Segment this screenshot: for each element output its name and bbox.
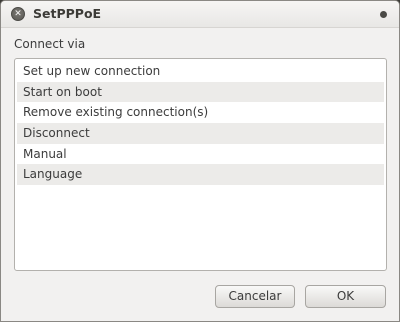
close-icon[interactable]: ✕ — [11, 7, 25, 21]
window-title: SetPPPoE — [33, 6, 102, 21]
list-item-manual[interactable]: Manual — [17, 144, 384, 165]
ok-button[interactable]: OK — [305, 285, 386, 308]
list-item-disconnect[interactable]: Disconnect — [17, 123, 384, 144]
dialog-window: ✕ SetPPPoE Connect via Set up new connec… — [0, 0, 400, 322]
title-bar[interactable]: ✕ SetPPPoE — [1, 1, 399, 28]
list-item-start-on-boot[interactable]: Start on boot — [17, 81, 384, 103]
connect-via-label: Connect via — [14, 37, 86, 51]
list-item-setup[interactable]: Set up new connection — [17, 61, 384, 82]
cancel-button[interactable]: Cancelar — [215, 285, 295, 308]
window-menu-icon[interactable] — [380, 11, 387, 18]
list-item-language[interactable]: Language — [17, 164, 384, 186]
options-list[interactable]: Set up new connection Start on boot Remo… — [14, 58, 387, 271]
list-item-remove-connections[interactable]: Remove existing connection(s) — [17, 102, 384, 123]
